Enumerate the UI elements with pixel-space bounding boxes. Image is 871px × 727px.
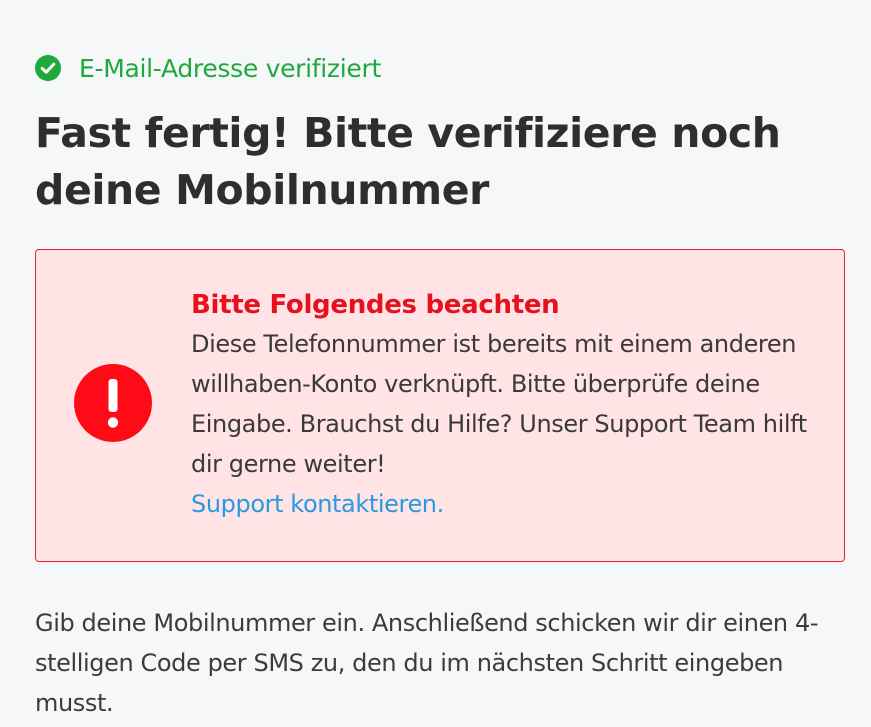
email-verified-label: E-Mail-Adresse verifiziert xyxy=(79,53,381,83)
page-title: Fast fertig! Bitte verifiziere noch dein… xyxy=(35,109,781,214)
check-circle-icon xyxy=(35,55,61,81)
email-verified-status: E-Mail-Adresse verifiziert xyxy=(35,52,381,84)
alert-content: Bitte Folgendes beachten Diese Telefonnu… xyxy=(191,288,831,524)
exclamation-circle-icon xyxy=(74,364,152,442)
support-contact-link[interactable]: Support kontaktieren. xyxy=(191,484,831,524)
alert-box: Bitte Folgendes beachten Diese Telefonnu… xyxy=(35,249,845,562)
alert-title: Bitte Folgendes beachten xyxy=(191,290,560,320)
alert-message: Diese Telefonnummer ist bereits mit eine… xyxy=(191,330,807,478)
instructions-text: Gib deine Mobilnummer ein. Anschließend … xyxy=(35,609,819,717)
